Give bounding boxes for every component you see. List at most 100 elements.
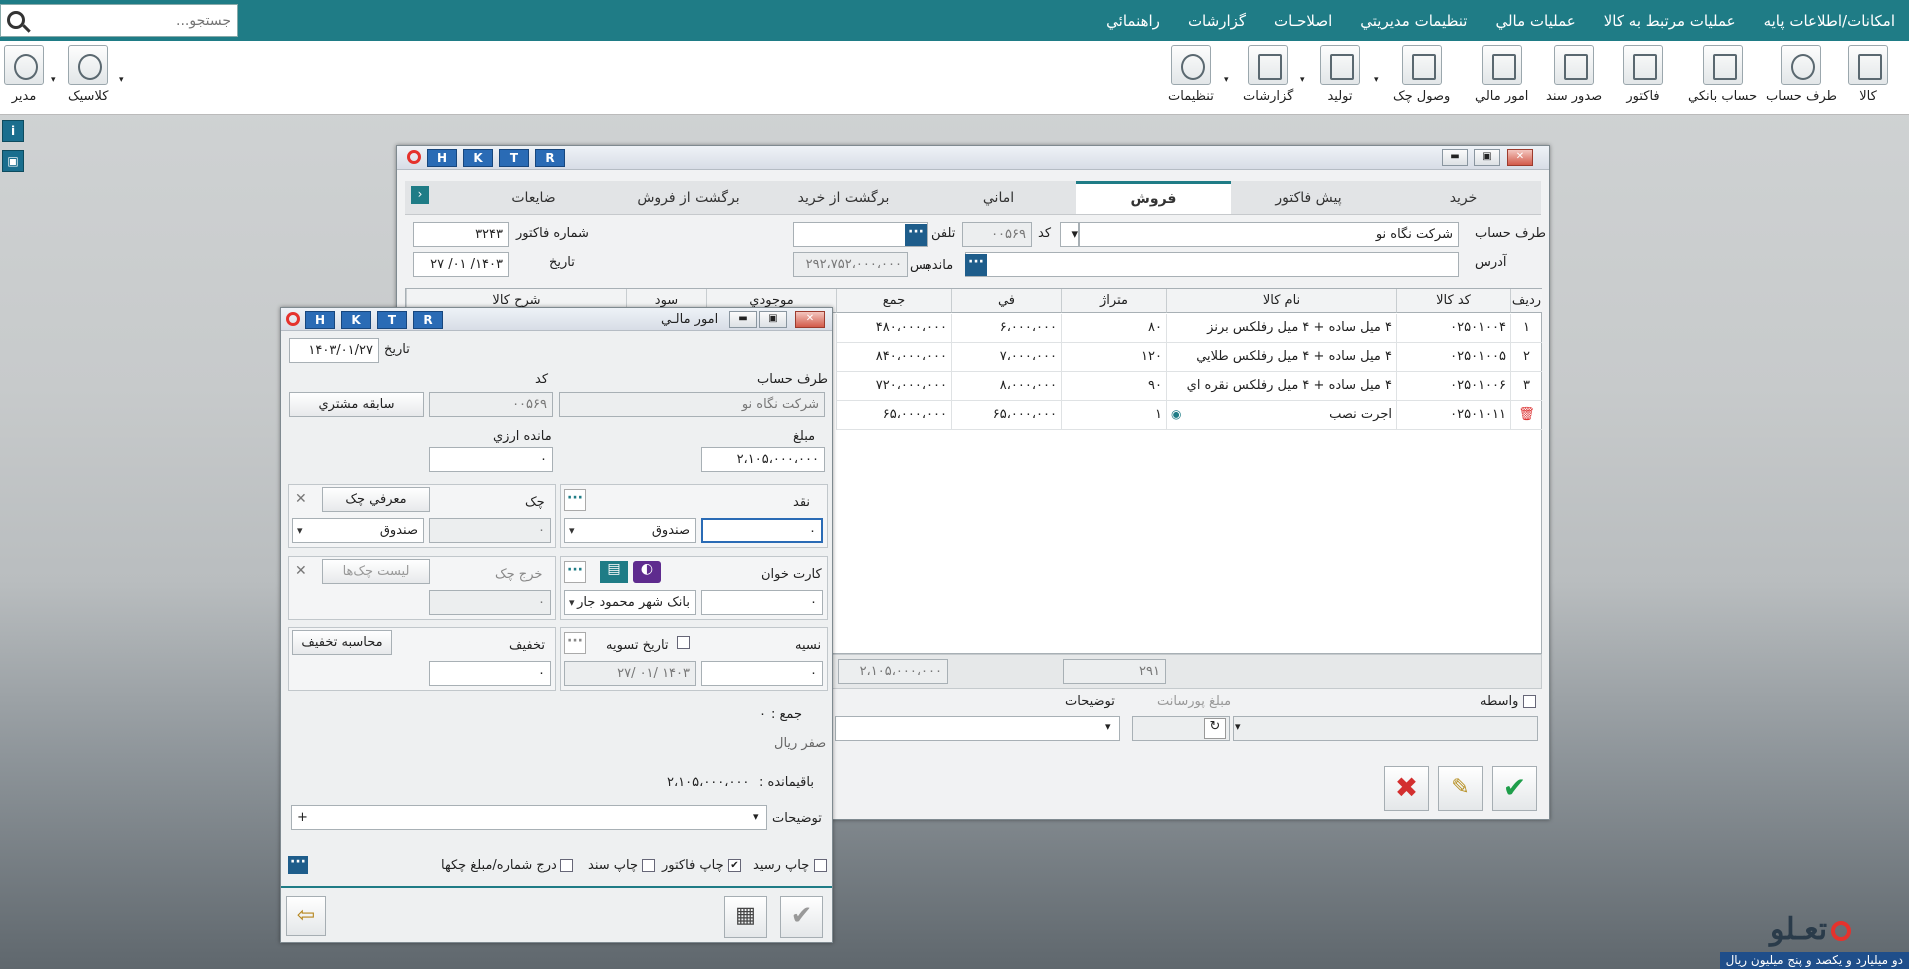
broker-field[interactable] — [1233, 716, 1538, 741]
chevron-down-icon[interactable]: ▾ — [1300, 75, 1305, 85]
tab-sale[interactable]: فروش — [1076, 181, 1231, 214]
hotkey-h-button[interactable]: H — [305, 311, 335, 329]
close-icon[interactable]: ✕ — [295, 563, 307, 579]
close-button[interactable]: ✕ — [1507, 149, 1533, 166]
toolbar-invoice[interactable]: فاکتور — [1623, 45, 1663, 111]
party-dropdown[interactable]: ▾ — [1060, 222, 1079, 247]
tab-purchase-return[interactable]: برگشت از خريد — [766, 181, 921, 214]
edit-button[interactable]: ✎ — [1438, 766, 1483, 811]
print-receipt-checkbox[interactable] — [814, 859, 827, 872]
settle-date-field[interactable]: ۱۴۰۳ /۰۱ /۲۷ — [564, 661, 696, 686]
maximize-button[interactable]: ▣ — [1474, 149, 1500, 166]
cash-amount-input[interactable]: ۰ — [701, 518, 823, 543]
card-bank-select[interactable]: بانک شهر محمود جار — [564, 590, 696, 615]
hotkey-h-button[interactable]: H — [427, 149, 457, 167]
menu-admin-settings[interactable]: تنظيمات مديريتي — [1360, 12, 1467, 30]
bank-logo-icon[interactable]: ◐ — [633, 561, 661, 583]
toolbar-user[interactable]: مدير — [4, 45, 44, 111]
print-document-checkbox[interactable] — [642, 859, 655, 872]
hotkey-r-button[interactable]: R — [413, 311, 443, 329]
hotkey-t-button[interactable]: T — [499, 149, 529, 167]
toolbar-bank[interactable]: حساب بانکي — [1688, 45, 1757, 111]
tab-sale-return[interactable]: برگشت از فروش — [611, 181, 766, 214]
close-button[interactable]: ✕ — [795, 311, 825, 328]
minimize-button[interactable]: ▬ — [1442, 149, 1468, 166]
cheque-list-button[interactable]: ليست چک‌ها — [322, 559, 430, 584]
toolbar-production[interactable]: توليد — [1320, 45, 1360, 111]
contact-icon[interactable]: ▣ — [2, 150, 24, 172]
fx-remain-field[interactable]: ۰ — [429, 447, 553, 472]
settle-date-checkbox[interactable] — [677, 636, 690, 649]
credit-amount-field[interactable]: ۰ — [701, 661, 823, 686]
toolbar-goods[interactable]: کالا — [1848, 45, 1888, 111]
card-amount-field[interactable]: ۰ — [701, 590, 823, 615]
code-field[interactable]: ۰۰۵۶۹ — [962, 222, 1032, 247]
menu-corrections[interactable]: اصلاحـات — [1274, 12, 1332, 30]
hotkey-k-button[interactable]: K — [341, 311, 371, 329]
chevron-down-icon[interactable]: ▾ — [1105, 720, 1111, 733]
invoice-number-field[interactable]: ۳۲۴۳ — [413, 222, 509, 247]
cash-box-select[interactable]: صندوق — [564, 518, 696, 543]
menu-goods-ops[interactable]: عمليات مرتبط به کالا — [1604, 12, 1736, 30]
toolbar-document[interactable]: صدور سند — [1546, 45, 1602, 111]
party-field[interactable]: شرکت نگاه نو — [1079, 222, 1459, 247]
toolbar-settings[interactable]: تنظيمات — [1168, 45, 1214, 111]
menu-help[interactable]: راهنمائي — [1106, 12, 1160, 30]
tabs-scroll-icon[interactable]: › — [411, 186, 429, 204]
print-cheques-checkbox[interactable] — [560, 859, 573, 872]
options-more-button[interactable]: ··· — [288, 855, 308, 874]
toolbar-finance[interactable]: امور مالي — [1475, 45, 1528, 111]
customer-history-button[interactable]: سابقه مشتري — [289, 392, 424, 417]
hotkey-r-button[interactable]: R — [535, 149, 565, 167]
tab-purchase[interactable]: خريد — [1386, 181, 1541, 214]
address-more-button[interactable]: ··· — [965, 254, 987, 276]
cheque-out-amount-field[interactable]: ۰ — [429, 590, 551, 615]
confirm-button[interactable]: ✔ — [1492, 766, 1537, 811]
toolbar-theme[interactable]: کلاسيک — [68, 45, 108, 111]
toolbar-reports[interactable]: گزارشات — [1243, 45, 1293, 111]
tab-proforma[interactable]: پيش فاکتور — [1231, 181, 1386, 214]
info-icon[interactable]: i — [2, 120, 24, 142]
search-icon[interactable] — [7, 11, 25, 29]
cancel-button[interactable]: ✖ — [1384, 766, 1429, 811]
tab-waste[interactable]: ضايعات — [456, 181, 611, 214]
fin-notes-field[interactable]: + — [291, 805, 767, 830]
hotkey-t-button[interactable]: T — [377, 311, 407, 329]
card-more-button[interactable]: ··· — [564, 561, 586, 583]
phone-more-button[interactable]: ··· — [905, 224, 927, 246]
address-field[interactable] — [965, 252, 1459, 277]
broker-checkbox[interactable] — [1523, 695, 1536, 708]
notes-field[interactable] — [835, 716, 1120, 741]
chevron-down-icon[interactable]: ▾ — [1235, 720, 1241, 733]
menu-financial-ops[interactable]: عمليات مالي — [1495, 12, 1575, 30]
tab-consignment[interactable]: اماني — [921, 181, 1076, 214]
search-box[interactable] — [0, 4, 238, 37]
date-field[interactable]: ۱۴۰۳/ ۰۱/ ۲۷ — [413, 252, 509, 277]
chevron-down-icon[interactable]: ▾ — [119, 75, 124, 85]
chevron-down-icon[interactable]: ▾ — [753, 810, 759, 823]
chevron-down-icon[interactable]: ▾ — [1374, 75, 1379, 85]
credit-more-button[interactable]: ··· — [564, 632, 586, 654]
maximize-button[interactable]: ▣ — [759, 311, 787, 328]
introduce-cheque-button[interactable]: معرفي چک — [322, 487, 430, 512]
trash-icon[interactable]: 🗑 — [1510, 401, 1542, 430]
minimize-button[interactable]: ▬ — [729, 311, 757, 328]
exit-icon[interactable]: ⇦ — [286, 896, 326, 936]
cheque-amount-field[interactable]: ۰ — [429, 518, 551, 543]
refresh-icon[interactable]: ↻ — [1204, 718, 1226, 739]
calc-discount-button[interactable]: محاسبه تخفيف — [292, 630, 392, 655]
cards-icon[interactable]: ▤ — [600, 561, 628, 583]
cheque-box-select[interactable]: صندوق — [292, 518, 424, 543]
toolbar-party[interactable]: طرف حساب — [1766, 45, 1837, 111]
search-input[interactable] — [37, 6, 237, 35]
discount-amount-field[interactable]: ۰ — [429, 661, 551, 686]
confirm-payment-button[interactable]: ✔ — [780, 896, 823, 938]
fin-date-field[interactable]: ۱۴۰۳/۰۱/۲۷ — [289, 338, 379, 363]
chevron-down-icon[interactable]: ▾ — [51, 75, 56, 85]
menu-basic-info[interactable]: امکانات/اطلاعات پايه — [1764, 12, 1895, 30]
calendar-money-icon[interactable]: ▦ — [724, 896, 767, 938]
hotkey-k-button[interactable]: K — [463, 149, 493, 167]
chevron-down-icon[interactable]: ▾ — [1224, 75, 1229, 85]
eye-icon[interactable]: ◉ — [1171, 407, 1181, 421]
close-icon[interactable]: ✕ — [295, 491, 307, 507]
